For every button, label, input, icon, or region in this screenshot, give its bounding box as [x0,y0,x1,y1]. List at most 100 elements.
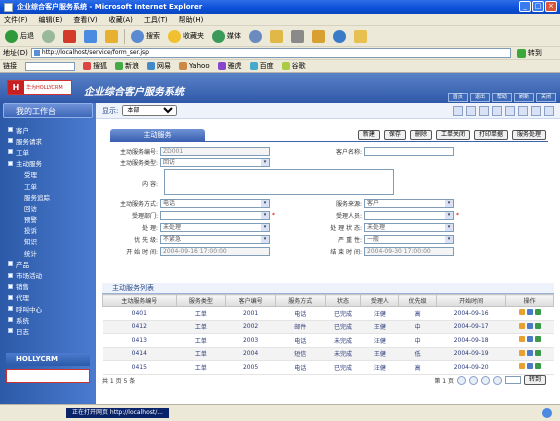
stop-button[interactable] [61,28,78,44]
sidebar-item[interactable]: 代理 [8,292,50,303]
delete-icon[interactable] [534,336,541,343]
save-button[interactable]: 保存 [383,130,406,140]
links-select[interactable] [25,61,75,71]
close-button[interactable]: × [545,1,557,12]
staff-select[interactable] [364,211,454,220]
top-help-button[interactable]: 帮助 [491,93,512,102]
edit-icon[interactable] [518,349,525,356]
sidebar-title[interactable]: 我的工作台 [3,103,93,118]
form-tab[interactable]: 主动服务 [110,129,205,141]
view-icon[interactable] [479,106,489,116]
edit-icon[interactable] [518,322,525,329]
column-header[interactable]: 主动服务编号 [102,294,177,307]
top-close-button[interactable]: 关闭 [535,93,556,102]
sidebar-item[interactable]: 产品 [8,258,50,269]
history-button[interactable] [247,28,264,44]
view-icon[interactable] [544,106,554,116]
top-home-button[interactable]: 首页 [447,93,468,102]
view-icon[interactable] [526,322,533,329]
column-header[interactable]: 客户编号 [225,294,276,307]
column-header[interactable]: 服务类型 [175,294,227,307]
process-button[interactable]: 服务处理 [511,130,546,140]
menu-view[interactable]: 查看(V) [73,15,97,25]
sidebar-item[interactable]: 主动服务 [8,158,50,169]
home-button[interactable] [103,28,120,44]
sidebar-item[interactable]: 系统 [8,314,50,325]
maximize-button[interactable]: □ [532,1,544,12]
print-form-button[interactable]: 打印单据 [473,130,508,140]
back-button[interactable]: 后退 [3,28,36,44]
view-icon[interactable] [526,349,533,356]
go-page-button[interactable]: 转到 [523,375,546,385]
view-icon[interactable] [505,106,515,116]
delete-icon[interactable] [534,349,541,356]
search-button[interactable]: 搜索 [129,28,162,44]
column-header[interactable]: 开始时间 [435,294,507,307]
mail-button[interactable] [268,28,285,44]
menu-file[interactable]: 文件(F) [4,15,28,25]
sidebar-item[interactable]: 知识 [8,236,50,247]
sidebar-item[interactable]: 受理 [8,169,50,180]
customer-name-input[interactable] [364,147,454,156]
column-header[interactable]: 操作 [505,294,554,307]
delete-icon[interactable] [534,322,541,329]
sidebar-item[interactable]: 日志 [8,325,50,336]
service-method-select[interactable]: 电话 [160,199,270,208]
content-textarea[interactable] [164,169,394,195]
menu-favorites[interactable]: 收藏(A) [109,15,133,25]
new-button[interactable]: 新建 [357,130,380,140]
folder-button[interactable] [352,28,369,44]
column-header[interactable]: 服务方式 [274,294,326,307]
favorites-button[interactable]: 收藏夹 [166,28,206,44]
link-item[interactable]: Yahoo [179,62,210,70]
sidebar-item[interactable]: 市场活动 [8,269,50,280]
service-id-input[interactable]: ZD001 [160,147,270,156]
print-button[interactable] [289,28,306,44]
edit-button[interactable] [310,28,327,44]
view-icon[interactable] [518,106,528,116]
top-logout-button[interactable]: 退出 [469,93,490,102]
first-page-button[interactable] [456,375,466,385]
table-row[interactable]: 0415 工单 2005 电话 已完成 汪健高 2004-09-20 [102,360,554,375]
link-item[interactable]: 网易 [147,61,171,71]
start-time-input[interactable]: 2004-09-16 17:00:00 [160,247,270,256]
sidebar-item[interactable]: 预警 [8,214,50,225]
sidebar-item[interactable]: 工单 [8,146,50,157]
edit-icon[interactable] [518,309,525,316]
priority-select[interactable]: 不紧急 [160,235,270,244]
view-icon[interactable] [453,106,463,116]
delete-icon[interactable] [534,309,541,316]
dept-select[interactable] [160,211,270,220]
sidebar-item[interactable]: 统计 [8,247,50,258]
last-page-button[interactable] [492,375,502,385]
service-source-select[interactable]: 客户 [364,199,454,208]
status-select[interactable]: 未处理 [364,223,454,232]
next-page-button[interactable] [480,375,490,385]
sidebar-item[interactable]: 回访 [8,202,50,213]
display-select[interactable]: 本部 [122,105,178,116]
table-row[interactable]: 0412 工单 2002 邮件 已完成 王健中 2004-09-17 [102,320,554,334]
table-row[interactable]: 0401 工单 2001 电话 已完成 汪健高 2004-09-16 [102,306,554,321]
refresh-button[interactable] [82,28,99,44]
minimize-button[interactable]: _ [519,1,531,12]
go-button[interactable]: 转到 [516,48,542,58]
delete-icon[interactable] [534,363,541,370]
view-icon[interactable] [492,106,502,116]
view-icon[interactable] [526,363,533,370]
address-input[interactable]: http://localhost/service/form_ser.jsp [30,48,511,58]
service-type-select[interactable]: 回访 [160,158,270,167]
close-ticket-button[interactable]: 工单关闭 [435,130,470,140]
sidebar-item[interactable]: 服务请求 [8,135,50,146]
page-input[interactable] [504,376,521,384]
sidebar-item[interactable]: 工单 [8,180,50,191]
prev-page-button[interactable] [468,375,478,385]
forward-button[interactable] [40,28,57,44]
sidebar-item[interactable]: 呼叫中心 [8,303,50,314]
process-select[interactable]: 未处理 [160,223,270,232]
sidebar-item[interactable]: 销售 [8,281,50,292]
table-row[interactable]: 0413 工单 2003 电话 未完成 汪健中 2004-09-18 [102,333,554,348]
sidebar-item[interactable]: 服务追踪 [8,191,50,202]
sidebar-item[interactable]: 投诉 [8,225,50,236]
severity-select[interactable]: 一般 [364,235,454,244]
menu-edit[interactable]: 编辑(E) [39,15,63,25]
